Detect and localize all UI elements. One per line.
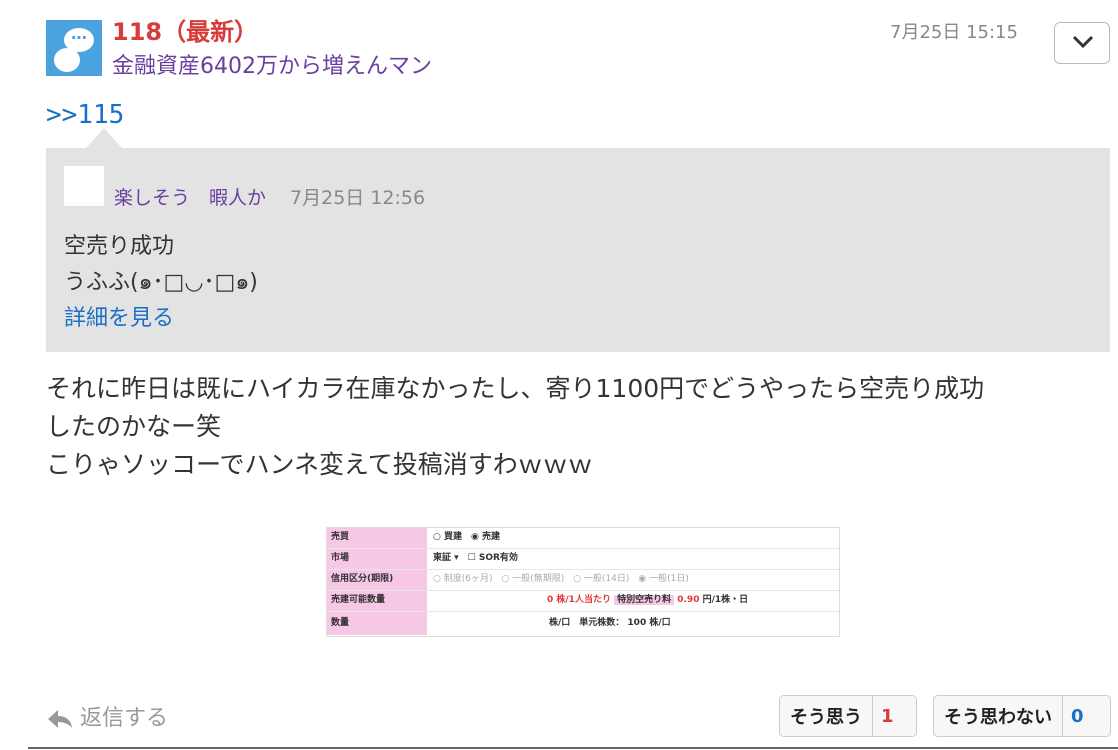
image-row-label: 売買 (327, 528, 427, 548)
agree-label: そう思う (790, 707, 862, 728)
image-row-value: 0 株/1人当たり 特別空売り料 0.90 円/1株・日 (547, 591, 748, 610)
image-row: 信用区分(期限) ○ 制度(6ヶ月) ○ 一般(無期限) ○ 一般(14日) ◉… (327, 570, 839, 591)
quote-timestamp: 7月25日 12:56 (290, 187, 426, 209)
image-row-value: ○ 制度(6ヶ月) ○ 一般(無期限) ○ 一般(14日) ◉ 一般(1日) (433, 574, 689, 584)
image-row-label: 売建可能数量 (327, 591, 427, 611)
post-menu-button[interactable] (1054, 22, 1110, 64)
quote-author[interactable]: 楽しそう 暇人か (114, 187, 266, 209)
image-row-label: 市場 (327, 549, 427, 569)
post-timestamp: 7月25日 15:15 (890, 22, 1018, 43)
post-number: 118（最新） (112, 18, 259, 46)
quoted-post (46, 148, 1110, 352)
image-row: 数量 株/口 単元株数： 100 株/口 (327, 612, 839, 635)
agree-button[interactable]: そう思う 1 (779, 695, 917, 737)
post-body-line: したのかなー笑 (46, 412, 222, 441)
reply-label: 返信する (80, 706, 169, 731)
quote-avatar (64, 166, 104, 206)
post-body-line: こりゃソッコーでハンネ変えて投稿消すわｗｗｗ (46, 450, 593, 479)
agree-count: 1 (872, 696, 902, 736)
disagree-count: 0 (1062, 696, 1092, 736)
disagree-button[interactable]: そう思わない 0 (933, 695, 1111, 737)
quote-pointer (86, 128, 122, 148)
image-row-value: 東証 ▾ ☐ SOR有効 (433, 553, 518, 563)
image-quantity-value: 0 株/1人当たり (547, 595, 611, 605)
reply-button[interactable]: 返信する (46, 700, 168, 732)
image-row-value: 株/口 単元株数： 100 株/口 (549, 618, 671, 628)
image-row: 売建可能数量 0 株/1人当たり 特別空売り料 0.90 円/1株・日 (327, 591, 839, 612)
image-row-label: 数量 (327, 612, 427, 635)
quote-line: 空売り成功 (64, 234, 175, 259)
image-row: 売買 ○ 買建 ◉ 売建 (327, 528, 839, 549)
user-head-icon (54, 48, 80, 72)
post-body-line: それに昨日は既にハイカラ在庫なかったし、寄り1100円でどうやったら空売り成功 (46, 374, 985, 403)
quote-more-link[interactable]: 詳細を見る (64, 300, 174, 332)
image-row-value: ○ 買建 ◉ 売建 (433, 532, 500, 542)
post-author[interactable]: 金融資産6402万から増えんマン (112, 48, 432, 80)
quote-line: うふふ(๑･□◡･□๑) (64, 270, 258, 295)
image-row-label: 信用区分(期限) (327, 570, 427, 590)
chevron-down-icon (1072, 35, 1094, 49)
post-divider (28, 747, 1118, 749)
user-avatar (46, 20, 102, 76)
image-row: 市場 東証 ▾ ☐ SOR有効 (327, 549, 839, 570)
attached-image[interactable]: 売買 ○ 買建 ◉ 売建 市場 東証 ▾ ☐ SOR有効 信用区分(期限) ○ … (326, 527, 840, 637)
quote-meta: 楽しそう 暇人か 7月25日 12:56 (114, 183, 425, 210)
disagree-label: そう思わない (944, 707, 1052, 728)
reply-reference-link[interactable]: >>115 (46, 100, 124, 130)
post-body: それに昨日は既にハイカラ在庫なかったし、寄り1100円でどうやったら空売り成功 … (46, 370, 1110, 484)
reply-arrow-icon (48, 710, 72, 728)
image-fee-rate: 0.90 (677, 595, 700, 605)
image-fee-label: 特別空売り料 (614, 595, 675, 605)
image-fee-unit: 円/1株・日 (702, 595, 749, 605)
